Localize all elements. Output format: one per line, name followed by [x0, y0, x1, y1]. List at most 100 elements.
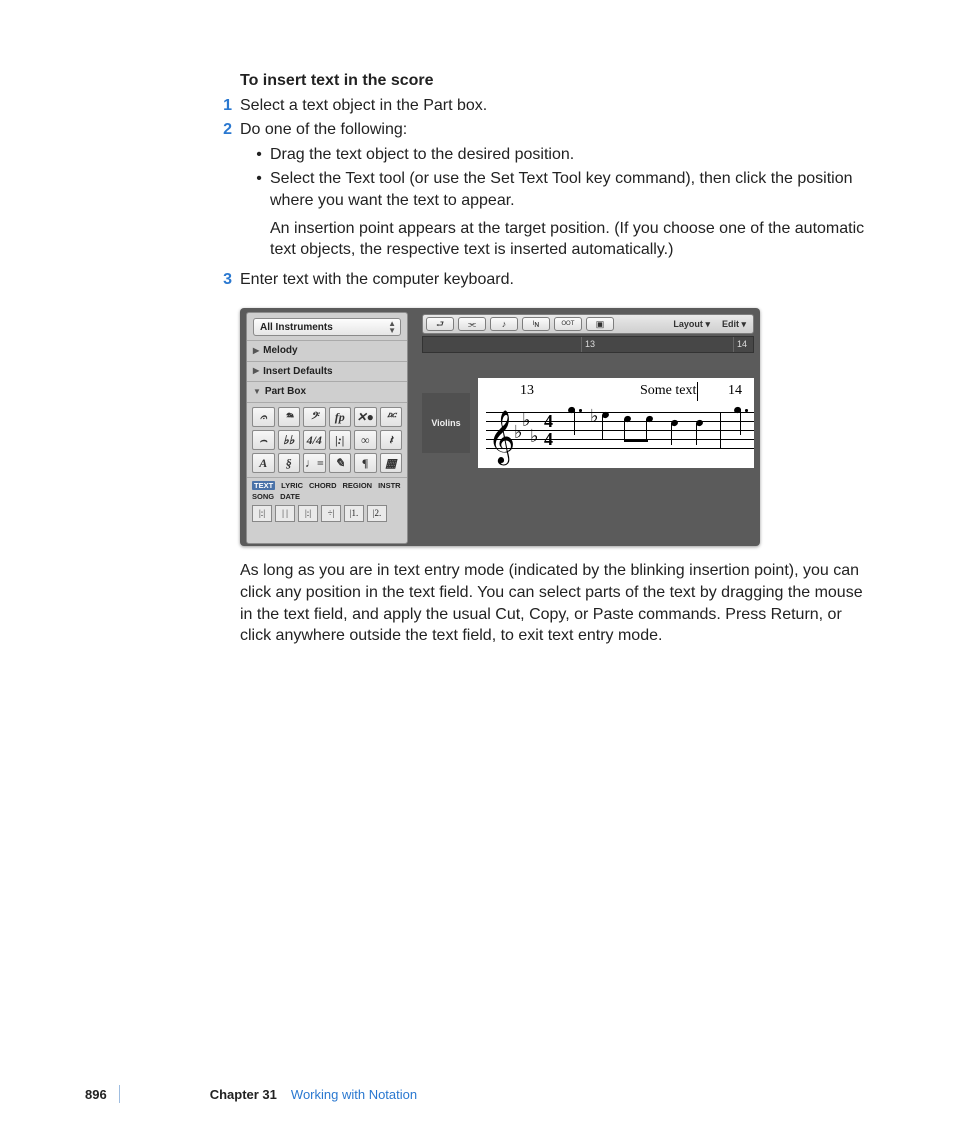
step-number: 2: [210, 119, 240, 141]
row-insert-defaults[interactable]: ▶ Insert Defaults: [247, 361, 407, 382]
score-toolbar: ⮐ ⫘ ♪ ᴵɴ ᴼᴼᵀ ▣ Layout ▾ Edit ▾: [422, 314, 754, 334]
edit-menu[interactable]: Edit ▾: [718, 318, 750, 330]
palette-button[interactable]: ♭♭: [278, 430, 301, 450]
bullet-icon: •: [252, 144, 270, 166]
row-label: Insert Defaults: [263, 365, 332, 379]
screenshot-figure: All Instruments ▲▼ ▶ Melody ▶ Insert Def…: [240, 308, 760, 546]
text-object-button[interactable]: |2.: [367, 505, 387, 522]
palette-button[interactable]: fp: [329, 407, 352, 427]
paragraph-after-figure: As long as you are in text entry mode (i…: [240, 560, 869, 646]
dot-icon: [745, 409, 748, 412]
palette-button[interactable]: ✎: [329, 453, 352, 473]
text-category-tabs: TEXT LYRIC CHORD REGION INSTR SONG DATE: [247, 477, 407, 502]
inspector-panel: All Instruments ▲▼ ▶ Melody ▶ Insert Def…: [246, 312, 408, 544]
stem-icon: [696, 423, 697, 445]
text-object-button[interactable]: | |: [275, 505, 295, 522]
palette-button[interactable]: ¶: [354, 453, 377, 473]
step-number: 1: [210, 95, 240, 117]
palette-button[interactable]: 4/4: [303, 430, 326, 450]
tab-instr[interactable]: INSTR: [378, 481, 401, 490]
part-box-palette: 𝄐 𝆮 𝄢 fp ✕● 𝄊 ⌢ ♭♭ 4/4 |:| ∞ 𝄽 A § ♩= ✎: [247, 402, 407, 477]
menu-label: Layout: [673, 319, 703, 329]
row-part-box[interactable]: ▼ Part Box: [247, 381, 407, 402]
text-insertion[interactable]: Some text: [640, 382, 698, 401]
step-text: Do one of the following:: [240, 119, 869, 141]
palette-button[interactable]: §: [278, 453, 301, 473]
stem-icon: [646, 419, 647, 441]
bullet-text: Select the Text tool (or use the Set Tex…: [270, 168, 869, 211]
step-text: Select a text object in the Part box.: [240, 95, 869, 117]
page-footer: 896 Chapter 31 Working with Notation: [85, 1085, 417, 1103]
text-object-button[interactable]: |:|: [252, 505, 272, 522]
step-text: Enter text with the computer keyboard.: [240, 269, 869, 291]
dot-icon: [579, 409, 582, 412]
palette-button[interactable]: 𝄊: [380, 407, 403, 427]
step-2-bullet-b: • Select the Text tool (or use the Set T…: [252, 168, 869, 211]
palette-button[interactable]: ♩=: [303, 453, 326, 473]
palette-button[interactable]: 𝄐: [252, 407, 275, 427]
disclosure-right-icon: ▶: [253, 366, 259, 377]
tab-region[interactable]: REGION: [342, 481, 372, 490]
row-label: Melody: [263, 344, 297, 358]
time-sig-top: 4: [544, 412, 553, 430]
palette-button[interactable]: 𝄽: [380, 430, 403, 450]
toolbar-button[interactable]: ♪: [490, 317, 518, 331]
tab-date[interactable]: DATE: [280, 492, 300, 501]
toolbar-button[interactable]: ⮐: [426, 317, 454, 331]
palette-button[interactable]: |:|: [329, 430, 352, 450]
ruler-mark: 14: [733, 337, 750, 352]
stem-icon: [624, 419, 625, 441]
ruler-mark: 13: [581, 337, 598, 352]
step-2-followup: An insertion point appears at the target…: [270, 218, 869, 261]
track-header[interactable]: Violins: [422, 393, 470, 453]
step-2-bullet-a: • Drag the text object to the desired po…: [252, 144, 869, 166]
tab-song[interactable]: SONG: [252, 492, 274, 501]
dropdown-label: All Instruments: [260, 321, 333, 335]
row-label: Part Box: [265, 385, 306, 399]
text-object-button[interactable]: ÷|: [321, 505, 341, 522]
section-heading: To insert text in the score: [240, 70, 869, 92]
treble-clef-icon: 𝄞: [488, 406, 515, 468]
tab-lyric[interactable]: LYRIC: [281, 481, 303, 490]
palette-button[interactable]: ∞: [354, 430, 377, 450]
row-melody[interactable]: ▶ Melody: [247, 340, 407, 361]
disclosure-down-icon: ▼: [253, 387, 261, 398]
bar-number: 14: [728, 382, 742, 401]
palette-button[interactable]: 𝄢: [303, 407, 326, 427]
chapter-label: Chapter 31: [210, 1087, 277, 1102]
palette-button[interactable]: 𝆮: [278, 407, 301, 427]
step-number: 3: [210, 269, 240, 291]
instrument-dropdown[interactable]: All Instruments ▲▼: [253, 318, 401, 336]
bar-ruler[interactable]: 13 14: [422, 336, 754, 353]
page-number: 896: [85, 1087, 107, 1102]
palette-button[interactable]: A: [252, 453, 275, 473]
document-page: To insert text in the score 1 Select a t…: [0, 0, 954, 1145]
time-sig-bottom: 4: [544, 430, 553, 448]
barline-icon: [720, 412, 721, 448]
toolbar-button[interactable]: ᴵɴ: [522, 317, 550, 331]
disclosure-right-icon: ▶: [253, 346, 259, 357]
score-region[interactable]: 13 Some text 14 𝄞 ♭ ♭ ♭ 4 4: [478, 378, 754, 468]
toolbar-button[interactable]: ⫘: [458, 317, 486, 331]
toolbar-button[interactable]: ᴼᴼᵀ: [554, 317, 582, 331]
step-3: 3 Enter text with the computer keyboard.: [240, 269, 869, 291]
tab-chord[interactable]: CHORD: [309, 481, 337, 490]
chapter-title: Working with Notation: [291, 1087, 417, 1102]
step-2: 2 Do one of the following:: [240, 119, 869, 141]
footer-divider-icon: [119, 1085, 120, 1103]
beam-icon: [624, 439, 648, 442]
step-1: 1 Select a text object in the Part box.: [240, 95, 869, 117]
palette-button[interactable]: ✕●: [354, 407, 377, 427]
toolbar-button[interactable]: ▣: [586, 317, 614, 331]
text-object-button[interactable]: |:|: [298, 505, 318, 522]
layout-menu[interactable]: Layout ▾: [669, 318, 714, 330]
bullet-text: Drag the text object to the desired posi…: [270, 144, 869, 166]
palette-button[interactable]: ▦: [380, 453, 403, 473]
key-flat-icon: ♭: [530, 424, 539, 448]
text-object-icons: |:| | | |:| ÷| |1. |2.: [247, 502, 407, 525]
text-object-button[interactable]: |1.: [344, 505, 364, 522]
palette-button[interactable]: ⌢: [252, 430, 275, 450]
stepper-icon: ▲▼: [388, 320, 396, 334]
tab-text[interactable]: TEXT: [252, 481, 275, 490]
stem-icon: [671, 423, 672, 445]
